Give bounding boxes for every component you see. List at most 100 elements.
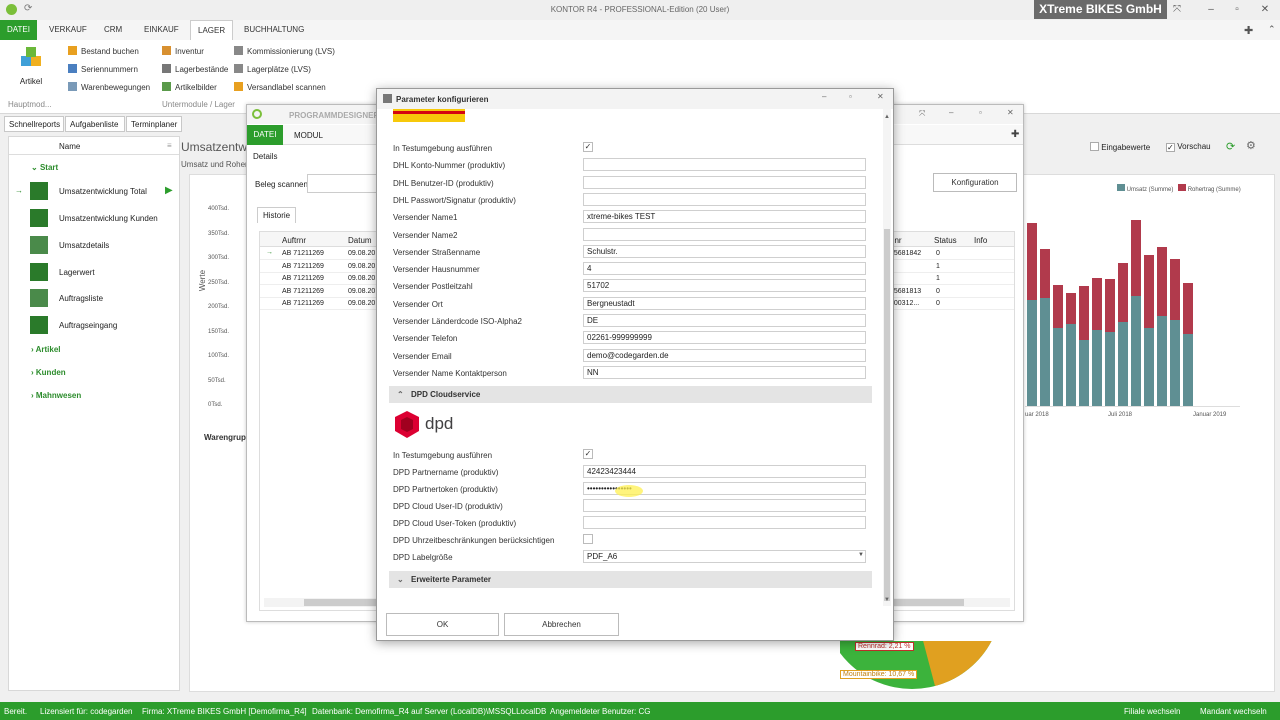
group-label: Kunden [35,368,66,377]
scroll-down-icon[interactable]: ▼ [884,597,890,603]
menu-buchhaltung[interactable]: BUCHHALTUNG [237,20,311,40]
designer-details-tab[interactable]: Details [253,152,277,161]
designer-minimize-icon[interactable]: – [949,108,953,117]
designer-tab-modul[interactable]: MODUL [294,131,323,140]
tab-terminplaner[interactable]: Terminplaner [126,116,182,132]
vorschau-check[interactable]: ✓ Vorschau [1166,142,1211,152]
xtick: Juli 2018 [1108,412,1133,418]
tree-item-auftragseingang[interactable]: Auftragseingang [9,312,179,338]
tree-group-mahnwesen[interactable]: › Mahnwesen [31,391,81,400]
dpd-section-header[interactable]: ⌃ DPD Cloudservice [389,386,872,403]
eingabewerte-check[interactable]: Eingabewerte [1090,142,1150,152]
beleg-input[interactable] [307,174,377,193]
dialog-minimize-icon[interactable]: – [822,92,826,101]
param-checkbox[interactable] [583,534,593,544]
table-cell: 0 [936,300,940,307]
dialog-close-icon[interactable]: ✕ [877,92,884,101]
scroll-up-icon[interactable]: ▲ [884,114,890,120]
tree-item-auftragsliste[interactable]: Auftragsliste [9,285,179,311]
param-input[interactable] [583,175,866,189]
checkbox[interactable]: ✓ [1166,143,1175,152]
col-status[interactable]: Status [934,236,957,245]
artikel-button[interactable]: Artikel [10,44,52,92]
filter-icon[interactable]: ≡ [167,141,172,150]
dropdown-arrow-icon[interactable]: ▼ [858,552,864,558]
param-input[interactable]: 42423423444 [583,465,866,478]
ribbon-lagerplaetze[interactable]: Lagerplätze (LVS) [234,63,335,77]
tab-aufgabenliste[interactable]: Aufgabenliste [65,116,125,132]
param-input[interactable]: 4 [583,262,866,276]
tree-item-umsatz-total[interactable]: → Umsatzentwicklung Total ▶ [9,178,179,204]
plugin-icon[interactable]: ✚ [1011,129,1019,140]
dialog-maximize-icon[interactable]: ▫ [849,92,852,101]
param-input[interactable]: NN [583,365,866,379]
column-name[interactable]: Name [59,142,80,151]
table-cell: AB 71211269 [282,300,324,307]
param-input[interactable] [583,499,866,512]
param-select[interactable]: PDF_A6 [583,550,866,563]
designer-tab-datei[interactable]: DATEI [247,125,283,145]
minimize-icon[interactable]: – [1204,3,1218,17]
param-checkbox[interactable]: ✓ [583,449,593,459]
mandant-wechseln-link[interactable]: Mandant wechseln [1200,707,1267,716]
ok-button[interactable]: OK [386,613,499,636]
ribbon-kommissionierung[interactable]: Kommissionierung (LVS) [234,45,335,59]
collapse-ribbon-icon[interactable]: ⌃ [1268,24,1276,35]
tree-group-kunden[interactable]: › Kunden [31,368,66,377]
param-input[interactable]: demo@codegarden.de [583,348,866,362]
ribbon-warenbewegungen[interactable]: Warenbewegungen [68,81,150,95]
filiale-wechseln-link[interactable]: Filiale wechseln [1124,707,1180,716]
menu-einkauf[interactable]: EINKAUF [137,20,186,40]
maximize-icon[interactable]: ▫ [1230,3,1244,17]
param-input[interactable] [583,227,866,241]
col-datum[interactable]: Datum [348,236,372,245]
ribbon-lagerbestaende[interactable]: Lagerbestände [162,63,228,77]
v-scrollbar[interactable]: ▲ ▼ [883,109,891,606]
menu-datei[interactable]: DATEI [0,20,37,40]
menu-lager[interactable]: LAGER [190,20,234,40]
menu-crm[interactable]: CRM [97,20,129,40]
ytick: 300Tsd. [208,255,230,261]
restore-icon[interactable]: ⤧ [1170,3,1184,17]
menu-verkauf[interactable]: VERKAUF [42,20,94,40]
col-info[interactable]: Info [974,236,987,245]
ribbon-inventur[interactable]: Inventur [162,45,228,59]
tree-group-start[interactable]: ⌄ Start [31,163,58,172]
param-input[interactable]: DE [583,314,866,327]
param-checkbox[interactable]: ✓ [583,142,593,152]
param-input[interactable] [583,516,866,529]
tree-item-lagerwert[interactable]: Lagerwert [9,259,179,285]
erweitert-section-header[interactable]: ⌄ Erweiterte Parameter [389,571,872,588]
cancel-button[interactable]: Abbrechen [504,613,619,636]
designer-restore-icon[interactable]: ⤧ [919,109,925,119]
param-input[interactable]: Bergneustadt [583,296,866,310]
designer-title: PROGRAMMDESIGNER [289,111,380,120]
param-input[interactable] [583,158,866,172]
gear-icon[interactable]: ⚙ [1246,139,1256,152]
close-icon[interactable]: ✕ [1258,3,1272,17]
param-input[interactable]: Schulstr. [583,244,866,258]
ribbon-artikelbilder[interactable]: Artikelbilder [162,81,228,95]
designer-maximize-icon[interactable]: ▫ [979,108,982,117]
designer-close-icon[interactable]: ✕ [1007,108,1014,117]
play-icon[interactable]: ▶ [165,185,173,196]
dhl-row: Versender Name1 xtreme-bikes TEST [393,210,867,224]
checkbox[interactable] [1090,142,1099,151]
param-input[interactable]: 02261-999999999 [583,331,866,345]
ribbon-seriennummern[interactable]: Seriennummern [68,63,150,77]
param-input[interactable] [583,192,866,206]
plugin-icon[interactable]: ✚ [1244,24,1253,37]
col-auftrnr[interactable]: Auftrnr [282,236,306,245]
tree-item-umsatzdetails[interactable]: Umsatzdetails [9,232,179,258]
ribbon-bestand-buchen[interactable]: Bestand buchen [68,45,150,59]
ribbon-versandlabel[interactable]: Versandlabel scannen [234,81,335,95]
tab-schnellreports[interactable]: Schnellreports [4,116,64,132]
konfiguration-button[interactable]: Konfiguration [933,173,1017,192]
historie-tab[interactable]: Historie [257,207,297,223]
param-input[interactable]: 51702 [583,279,866,293]
tree-group-artikel[interactable]: › Artikel [31,345,61,354]
param-input[interactable]: xtreme-bikes TEST [583,210,866,224]
scroll-thumb[interactable] [884,229,890,601]
tree-item-umsatz-kunden[interactable]: Umsatzentwicklung Kunden [9,205,179,231]
refresh-icon[interactable]: ⟳ [1226,140,1235,153]
